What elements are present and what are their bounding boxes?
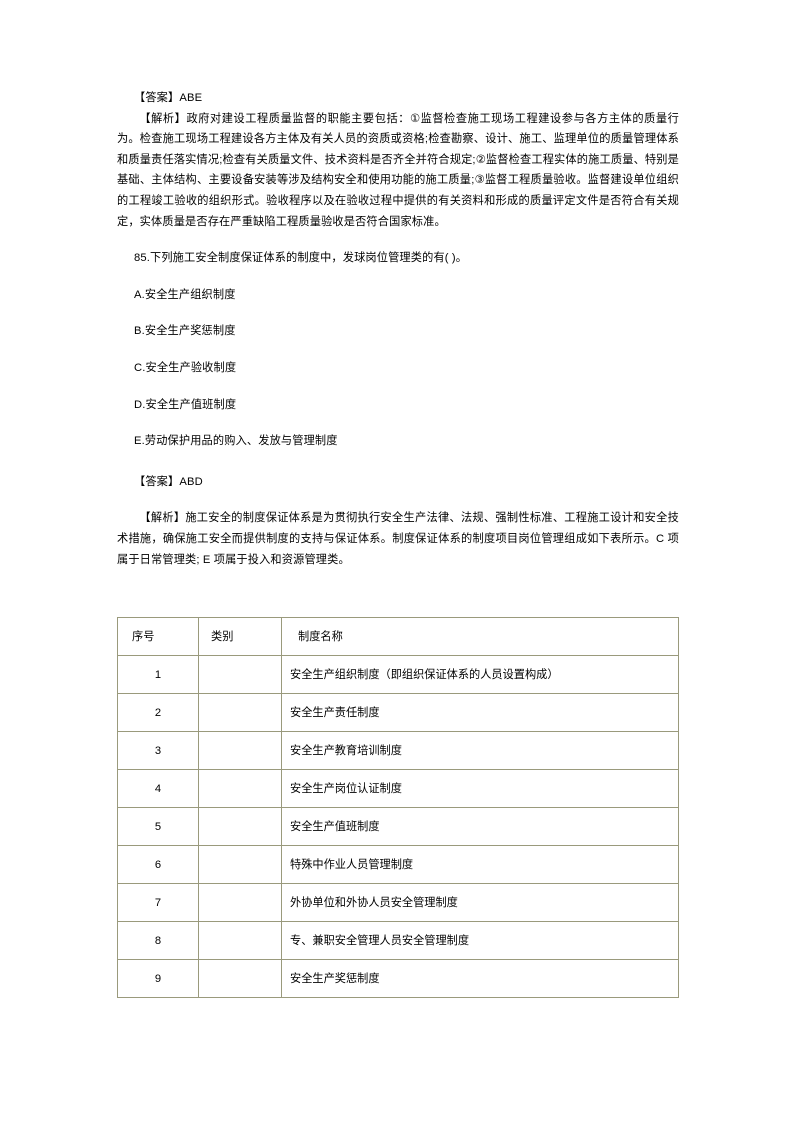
spacer-before-options xyxy=(117,269,679,285)
cell-no: 3 xyxy=(117,731,199,770)
question-stem: 85.下列施工安全制度保证体系的制度中，发球岗位管理类的有( )。 xyxy=(134,252,468,265)
cell-system-name: 外协单位和外协人员安全管理制度 xyxy=(281,883,679,922)
answer-line-1: 【答案】ABE xyxy=(134,92,203,104)
cell-no: 5 xyxy=(117,807,199,846)
table-row: 7 外协单位和外协人员安全管理制度 xyxy=(117,883,679,922)
cell-system-name: 安全生产奖惩制度 xyxy=(281,959,679,998)
cell-no: 4 xyxy=(117,769,199,808)
table-row: 8 专、兼职安全管理人员安全管理制度 xyxy=(117,921,679,960)
cell-category xyxy=(198,921,282,960)
spacer-before-answer-2 xyxy=(117,452,679,472)
cell-category xyxy=(198,769,282,808)
option-c: C.安全生产验收制度 xyxy=(134,361,237,374)
option-b: B.安全生产奖惩制度 xyxy=(134,325,236,338)
cell-system-name: 安全生产责任制度 xyxy=(281,693,679,732)
table-row: 5 安全生产值班制度 xyxy=(117,807,679,846)
spacer-before-analysis-2 xyxy=(117,492,679,508)
document-content: 【答案】ABE 【解析】政府对建设工程质量监督的职能主要包括：①监督检查施工现场… xyxy=(117,88,679,570)
spacer-opt-d xyxy=(117,415,679,431)
cell-system-name: 安全生产组织制度（即组织保证体系的人员设置构成） xyxy=(281,655,679,694)
table-header-no: 序号 xyxy=(117,617,199,656)
option-a: A.安全生产组织制度 xyxy=(134,288,236,301)
spacer-opt-b xyxy=(117,342,679,358)
cell-system-name: 特殊中作业人员管理制度 xyxy=(281,845,679,884)
cell-no: 8 xyxy=(117,921,199,960)
cell-no: 2 xyxy=(117,693,199,732)
spacer-opt-c xyxy=(117,379,679,395)
document-page: 【答案】ABE 【解析】政府对建设工程质量监督的职能主要包括：①监督检查施工现场… xyxy=(0,0,794,1123)
cell-no: 7 xyxy=(117,883,199,922)
answer-line-2: 【答案】ABD xyxy=(134,475,203,488)
table-body: 序号 类别 制度名称 1 安全生产组织制度（即组织保证体系的人员设置构成） 2 … xyxy=(117,617,679,998)
cell-no: 6 xyxy=(117,845,199,884)
analysis-paragraph-2: 【解析】施工安全的制度保证体系是为贯彻执行安全生产法律、法规、强制性标准、工程施… xyxy=(117,512,679,566)
cell-category xyxy=(198,883,282,922)
cell-category xyxy=(198,959,282,998)
spacer-opt-a xyxy=(117,305,679,321)
cell-system-name: 专、兼职安全管理人员安全管理制度 xyxy=(281,921,679,960)
cell-system-name: 安全生产值班制度 xyxy=(281,807,679,846)
table-row: 1 安全生产组织制度（即组织保证体系的人员设置构成） xyxy=(117,655,679,694)
option-e: E.劳动保护用品的购入、发放与管理制度 xyxy=(134,435,338,448)
table-row: 6 特殊中作业人员管理制度 xyxy=(117,845,679,884)
table-row: 4 安全生产岗位认证制度 xyxy=(117,769,679,808)
cell-category xyxy=(198,807,282,846)
analysis-paragraph-1: 【解析】政府对建设工程质量监督的职能主要包括：①监督检查施工现场工程建设参与各方… xyxy=(117,112,679,228)
safety-system-table: 序号 类别 制度名称 1 安全生产组织制度（即组织保证体系的人员设置构成） 2 … xyxy=(117,617,679,998)
option-d: D.安全生产值班制度 xyxy=(134,398,237,411)
cell-category xyxy=(198,845,282,884)
table-row: 3 安全生产教育培训制度 xyxy=(117,731,679,770)
table-row: 2 安全生产责任制度 xyxy=(117,693,679,732)
table-header-row: 序号 类别 制度名称 xyxy=(117,617,679,656)
cell-category xyxy=(198,655,282,694)
cell-category xyxy=(198,693,282,732)
cell-no: 9 xyxy=(117,959,199,998)
cell-no: 1 xyxy=(117,655,199,694)
cell-system-name: 安全生产岗位认证制度 xyxy=(281,769,679,808)
table-header-system-name: 制度名称 xyxy=(281,617,679,656)
cell-system-name: 安全生产教育培训制度 xyxy=(281,731,679,770)
table-row: 9 安全生产奖惩制度 xyxy=(117,959,679,998)
cell-category xyxy=(198,731,282,770)
spacer-before-question xyxy=(117,232,679,248)
table-header-category: 类别 xyxy=(198,617,282,656)
